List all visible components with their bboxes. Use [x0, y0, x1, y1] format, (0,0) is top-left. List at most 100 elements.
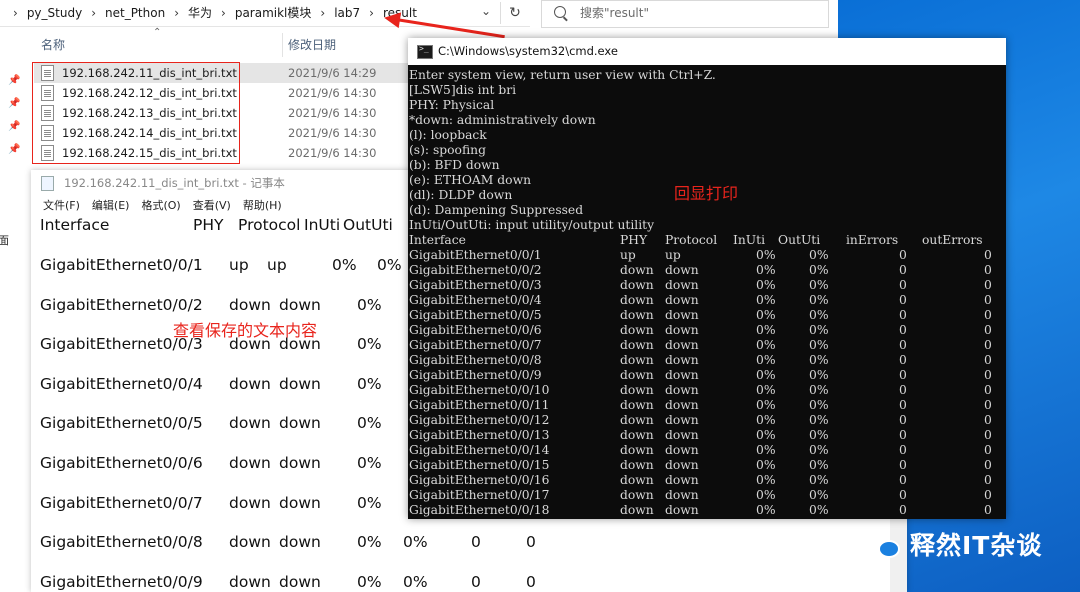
notepad-cell-iface: GigabitEthernet0/0/1: [40, 256, 203, 274]
notepad-cell-phy: down: [229, 414, 271, 433]
console-cell: GigabitEthernet0/0/9: [409, 368, 542, 382]
console-cell: down: [665, 398, 699, 412]
console-line: (dl): DLDP down: [409, 188, 513, 202]
notepad-cell-phy: down: [229, 572, 271, 591]
pin-icon[interactable]: 📌: [8, 144, 20, 155]
console-cell: 0: [899, 398, 907, 412]
address-bar[interactable]: › py_Study › net_Pthon › 华为 › paramikl模块 › lab7 › r…: [0, 0, 530, 27]
console-cell: 0: [899, 413, 907, 427]
notepad-header-cell: Protocol: [238, 216, 301, 234]
menu-item[interactable]: 查看(V): [181, 196, 231, 216]
console-cell: 0: [899, 428, 907, 442]
console-line: InUti/OutUti: input utility/output utili…: [409, 218, 655, 232]
console-cell: 0%: [756, 368, 776, 382]
notepad-cell-inuti: 0%: [357, 335, 382, 354]
console-header-cell: PHY: [620, 233, 648, 247]
console-cell: 0%: [809, 383, 829, 397]
console-cell: down: [665, 413, 699, 427]
console-cell: 0%: [756, 428, 776, 442]
notepad-cell-inuti: 0%: [357, 493, 382, 512]
console-cell: GigabitEthernet0/0/14: [409, 443, 550, 457]
menu-item[interactable]: 编辑(E): [80, 196, 130, 216]
console-cell: 0: [984, 338, 992, 352]
notepad-cell-c7: 0: [526, 572, 536, 591]
notepad-cell-iface: GigabitEthernet0/0/8: [40, 533, 203, 552]
console-cell: down: [665, 488, 699, 502]
notepad-cell-oututi: 0%: [377, 256, 402, 274]
console-cell: down: [620, 263, 654, 277]
console-cell: down: [665, 503, 699, 517]
breadcrumb-separator-icon: ›: [91, 6, 96, 20]
notepad-header-cell: OutUti: [343, 216, 393, 234]
console-cell: 0: [899, 473, 907, 487]
notepad-cell-phy: down: [229, 493, 271, 512]
cmd-title: C:\Windows\system32\cmd.exe: [438, 44, 618, 58]
breadcrumb-item[interactable]: lab7: [334, 0, 360, 26]
console-cell: 0: [984, 248, 992, 262]
notepad-cell-inuti: 0%: [357, 533, 382, 552]
column-divider: [282, 33, 283, 57]
breadcrumb-item[interactable]: paramikl模块: [235, 0, 312, 26]
console-cell: GigabitEthernet0/0/5: [409, 308, 542, 322]
console-cell: GigabitEthernet0/0/13: [409, 428, 550, 442]
menu-item[interactable]: 文件(F): [31, 196, 80, 216]
breadcrumb-separator-icon: ›: [369, 6, 374, 20]
console-cell: down: [620, 398, 654, 412]
breadcrumb-item[interactable]: net_Pthon: [105, 0, 165, 26]
notepad-cell-proto: down: [279, 572, 321, 591]
console-cell: 0: [984, 368, 992, 382]
breadcrumb-separator-icon: ›: [320, 6, 326, 20]
console-cell: GigabitEthernet0/0/4: [409, 293, 542, 307]
console-cell: down: [665, 383, 699, 397]
console-cell: up: [620, 248, 636, 262]
annotation-highlight-box: [32, 62, 240, 164]
notepad-cell-inuti: 0%: [332, 256, 357, 274]
notepad-cell-inuti: 0%: [357, 374, 382, 393]
console-cell: down: [620, 458, 654, 472]
console-cell: 0%: [809, 473, 829, 487]
console-cell: GigabitEthernet0/0/7: [409, 338, 542, 352]
console-cell: 0%: [809, 263, 829, 277]
console-cell: down: [620, 278, 654, 292]
cmd-console-output[interactable]: Enter system view, return user view with…: [408, 65, 1006, 519]
console-cell: 0%: [756, 278, 776, 292]
console-cell: 0: [984, 443, 992, 457]
console-line: PHY: Physical: [409, 98, 495, 112]
pin-icon[interactable]: 📌: [8, 98, 20, 109]
notepad-cell-inuti: 0%: [357, 414, 382, 433]
console-cell: 0: [899, 503, 907, 517]
console-cell: down: [620, 413, 654, 427]
cmd-titlebar[interactable]: C:\Windows\system32\cmd.exe: [408, 38, 1006, 65]
annotation-notepad-label: 查看保存的文本内容: [173, 321, 318, 340]
console-cell: down: [665, 323, 699, 337]
console-cell: 0%: [809, 323, 829, 337]
console-cell: down: [620, 503, 654, 517]
column-header-name[interactable]: 名称: [41, 27, 65, 63]
menu-item[interactable]: 帮助(H): [231, 196, 282, 216]
console-cell: 0: [984, 503, 992, 517]
console-cell: down: [620, 323, 654, 337]
chevron-down-icon[interactable]: ⌄: [481, 4, 491, 18]
column-header-date[interactable]: 修改日期: [288, 27, 336, 63]
breadcrumb-item[interactable]: py_Study: [27, 0, 82, 26]
console-cell: 0%: [809, 338, 829, 352]
notepad-cell-inuti: 0%: [357, 295, 382, 314]
console-cell: down: [620, 293, 654, 307]
notepad-header-cell: PHY: [193, 216, 224, 234]
notepad-cell-phy: down: [229, 295, 271, 314]
console-header-cell: outErrors: [922, 233, 983, 247]
breadcrumb-item[interactable]: 华为: [188, 0, 212, 26]
notepad-header-cell: InUti: [304, 216, 341, 234]
pin-icon[interactable]: 📌: [8, 121, 20, 132]
notepad-cell-proto: down: [279, 295, 321, 314]
refresh-icon[interactable]: ↻: [500, 2, 529, 24]
menu-item[interactable]: 格式(O): [129, 196, 180, 216]
search-input[interactable]: 搜索"result": [541, 0, 829, 28]
console-header-cell: Interface: [409, 233, 466, 247]
file-date: 2021/9/6 14:30: [288, 126, 377, 140]
console-cell: down: [665, 308, 699, 322]
sort-caret-icon: ⌃: [153, 27, 162, 38]
nav-item-desktop[interactable]: 桌面: [0, 232, 9, 248]
console-cell: 0%: [809, 443, 829, 457]
pin-icon[interactable]: 📌: [8, 75, 20, 86]
